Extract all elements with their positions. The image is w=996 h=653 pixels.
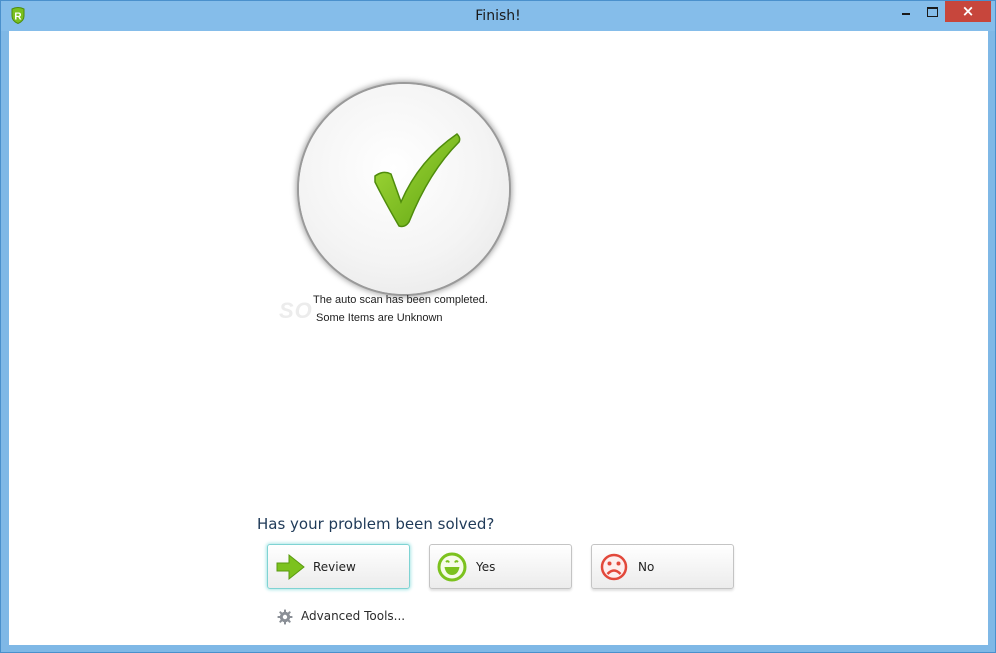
status-detail: Some Items are Unknown xyxy=(316,312,443,324)
main-content: SO The auto scan has been completed. Som… xyxy=(9,31,988,645)
yes-button[interactable]: Yes xyxy=(429,544,572,589)
close-button[interactable]: × xyxy=(945,1,991,22)
arrow-right-icon xyxy=(276,553,305,581)
yes-label: Yes xyxy=(476,560,496,574)
gear-icon xyxy=(277,609,293,625)
status-message: The auto scan has been completed. xyxy=(313,294,488,306)
checkmark-icon xyxy=(374,133,461,228)
review-label: Review xyxy=(313,560,356,574)
title-bar[interactable]: R Finish! × xyxy=(1,1,995,31)
close-icon: × xyxy=(961,2,975,20)
minimize-button[interactable] xyxy=(892,1,919,22)
window-title: Finish! xyxy=(475,8,521,24)
maximize-button[interactable] xyxy=(919,1,945,22)
review-button[interactable]: Review xyxy=(267,544,410,589)
smiley-sad-icon xyxy=(600,553,628,581)
watermark: SO xyxy=(279,298,313,323)
smiley-happy-icon xyxy=(437,552,467,582)
no-label: No xyxy=(638,560,655,574)
feedback-question: Has your problem been solved? xyxy=(257,515,495,533)
no-button[interactable]: No xyxy=(591,544,734,589)
advanced-tools-label: Advanced Tools... xyxy=(301,609,406,623)
app-window: R Finish! × SO The auto scan has been co… xyxy=(0,0,996,653)
status-circle xyxy=(299,84,509,294)
